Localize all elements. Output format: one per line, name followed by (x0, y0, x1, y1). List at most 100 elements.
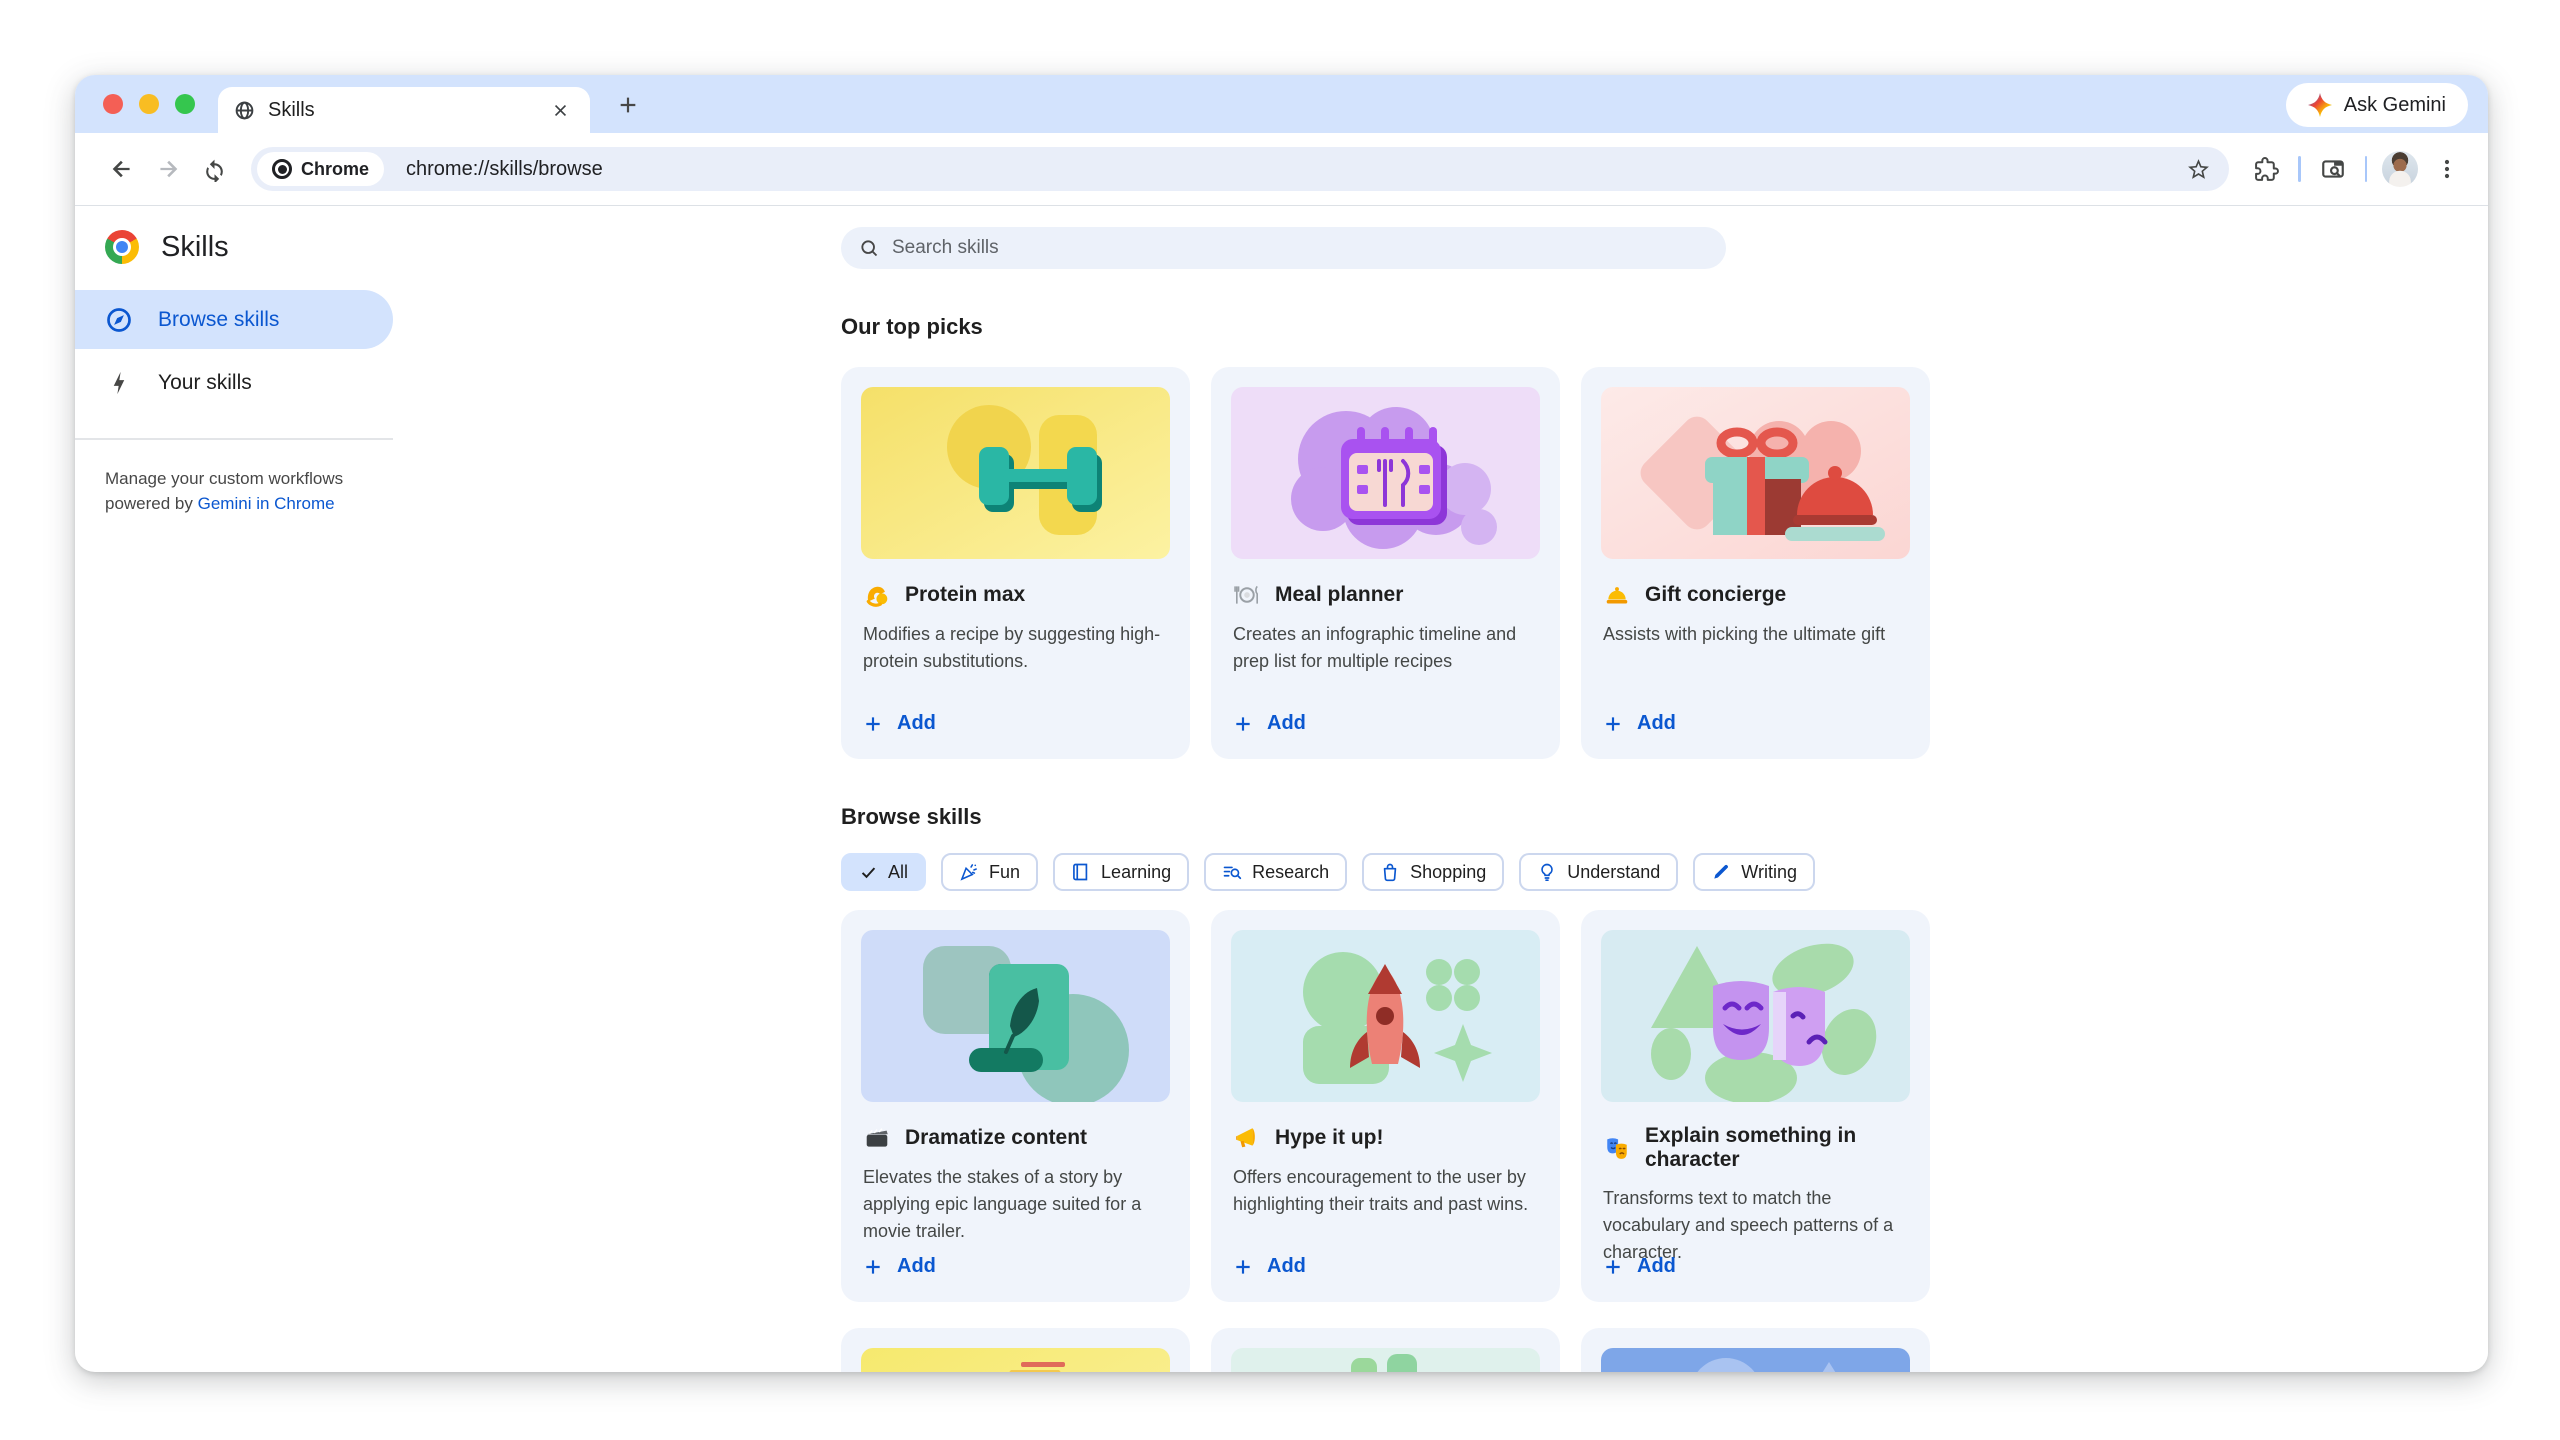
panel-search-icon (2320, 156, 2346, 182)
filter-chip-all[interactable]: All (841, 853, 926, 891)
top-picks-heading: Our top picks (841, 314, 1930, 340)
add-label: Add (1637, 1255, 1676, 1278)
skill-card-protein-max[interactable]: Protein max Modifies a recipe by suggest… (841, 367, 1190, 759)
add-skill-button[interactable]: Add (1603, 712, 1676, 735)
close-window-button[interactable] (103, 94, 123, 114)
skill-card-hype-it-up[interactable]: Hype it up! Offers encouragement to the … (1211, 910, 1560, 1302)
hype-it-up-illustration (1231, 930, 1540, 1102)
filter-label: Understand (1567, 862, 1660, 883)
pen-icon (1711, 862, 1731, 882)
tab-skills[interactable]: Skills (218, 87, 590, 133)
main-content: Our top picks (841, 206, 1930, 1372)
performing-arts-emoji-icon (1603, 1135, 1630, 1162)
add-skill-button[interactable]: Add (1603, 1255, 1676, 1278)
dramatize-content-illustration (861, 930, 1170, 1102)
toolbar-divider (2298, 156, 2301, 182)
filter-label: Learning (1101, 862, 1171, 883)
teaser-yellow-illustration (861, 1348, 1170, 1372)
filter-label: Research (1252, 862, 1329, 883)
minimize-window-button[interactable] (139, 94, 159, 114)
browse-skills-row: Dramatize content Elevates the stakes of… (841, 910, 1930, 1302)
lightbulb-icon (1537, 862, 1557, 882)
tab-strip: Skills Ask Gemini (75, 75, 2488, 133)
skill-card-teaser-blue[interactable] (1581, 1328, 1930, 1372)
puzzle-icon (2254, 157, 2279, 182)
ask-gemini-button[interactable]: Ask Gemini (2286, 83, 2468, 127)
skill-description: Elevates the stakes of a story by applyi… (863, 1164, 1168, 1245)
close-tab-icon[interactable] (546, 96, 574, 124)
side-panel-search-button[interactable] (2310, 146, 2356, 192)
skill-card-teaser-teal[interactable] (1211, 1328, 1560, 1372)
search-bar[interactable] (841, 227, 1726, 269)
skill-title: Hype it up! (1275, 1126, 1384, 1150)
add-skill-button[interactable]: Add (863, 712, 936, 735)
add-label: Add (897, 1255, 936, 1278)
gemini-spark-icon (2308, 93, 2332, 117)
address-bar[interactable]: Chrome chrome://skills/browse (251, 147, 2229, 191)
add-skill-button[interactable]: Add (863, 1255, 936, 1278)
add-label: Add (1267, 712, 1306, 735)
filter-chip-writing[interactable]: Writing (1693, 853, 1815, 891)
gemini-in-chrome-link[interactable]: Gemini in Chrome (198, 494, 335, 513)
skill-description: Transforms text to match the vocabulary … (1603, 1185, 1908, 1266)
profile-avatar[interactable] (2382, 151, 2418, 187)
filter-chip-learning[interactable]: Learning (1053, 853, 1189, 891)
page-title: Skills (161, 231, 229, 264)
skill-title: Protein max (905, 583, 1025, 607)
plus-icon (863, 714, 883, 734)
filter-chip-research[interactable]: Research (1204, 853, 1347, 891)
back-button[interactable] (99, 146, 145, 192)
site-chip[interactable]: Chrome (257, 152, 384, 186)
chrome-mono-logo-icon (272, 159, 292, 179)
sidebar-item-label: Browse skills (158, 308, 279, 332)
book-icon (1071, 862, 1091, 882)
ask-gemini-label: Ask Gemini (2344, 94, 2446, 117)
fork-knife-plate-emoji-icon (1233, 581, 1260, 608)
forward-button[interactable] (145, 146, 191, 192)
browser-window: Skills Ask Gemini (75, 75, 2488, 1372)
zoom-window-button[interactable] (175, 94, 195, 114)
search-icon (859, 238, 879, 258)
filter-chip-fun[interactable]: Fun (941, 853, 1038, 891)
teaser-teal-illustration (1231, 1348, 1540, 1372)
skill-card-meal-planner[interactable]: Meal planner Creates an infographic time… (1211, 367, 1560, 759)
sidebar-item-browse-skills[interactable]: Browse skills (75, 290, 393, 349)
skill-card-dramatize-content[interactable]: Dramatize content Elevates the stakes of… (841, 910, 1190, 1302)
flexed-biceps-emoji-icon (863, 581, 890, 608)
sidebar: Skills Browse skills Your skills (75, 206, 495, 516)
extensions-button[interactable] (2243, 146, 2289, 192)
browse-skills-heading: Browse skills (841, 804, 1930, 830)
clapper-board-emoji-icon (863, 1124, 890, 1151)
sidebar-item-your-skills[interactable]: Your skills (75, 353, 393, 412)
skill-description: Modifies a recipe by suggesting high-pro… (863, 621, 1168, 675)
filter-chip-understand[interactable]: Understand (1519, 853, 1678, 891)
globe-icon (234, 100, 255, 121)
list-search-icon (1222, 862, 1242, 882)
reload-button[interactable] (191, 146, 237, 192)
sidebar-divider (75, 438, 393, 440)
search-input[interactable] (892, 237, 1708, 259)
skill-description: Creates an infographic timeline and prep… (1233, 621, 1538, 675)
browser-menu-button[interactable] (2424, 146, 2470, 192)
explain-in-character-illustration (1601, 930, 1910, 1102)
sidebar-footer-prefix: powered by (105, 494, 198, 513)
plus-icon (863, 1257, 883, 1277)
filter-label: Writing (1741, 862, 1797, 883)
toolbar-divider (2365, 156, 2368, 182)
skill-card-gift-concierge[interactable]: Gift concierge Assists with picking the … (1581, 367, 1930, 759)
skill-card-explain-in-character[interactable]: Explain something in character Transform… (1581, 910, 1930, 1302)
browser-toolbar: Chrome chrome://skills/browse (75, 133, 2488, 206)
meal-planner-illustration (1231, 387, 1540, 559)
new-tab-button[interactable] (613, 90, 643, 120)
reload-icon (202, 157, 227, 182)
add-label: Add (897, 712, 936, 735)
skill-card-teaser-yellow[interactable] (841, 1328, 1190, 1372)
filter-chip-shopping[interactable]: Shopping (1362, 853, 1504, 891)
add-skill-button[interactable]: Add (1233, 1255, 1306, 1278)
bellhop-bell-emoji-icon (1603, 581, 1630, 608)
bookmark-button[interactable] (2175, 146, 2221, 192)
top-picks-row: Protein max Modifies a recipe by suggest… (841, 367, 1930, 759)
sidebar-footer-line1: Manage your custom workflows (105, 466, 355, 491)
forward-arrow-icon (155, 156, 181, 182)
add-skill-button[interactable]: Add (1233, 712, 1306, 735)
